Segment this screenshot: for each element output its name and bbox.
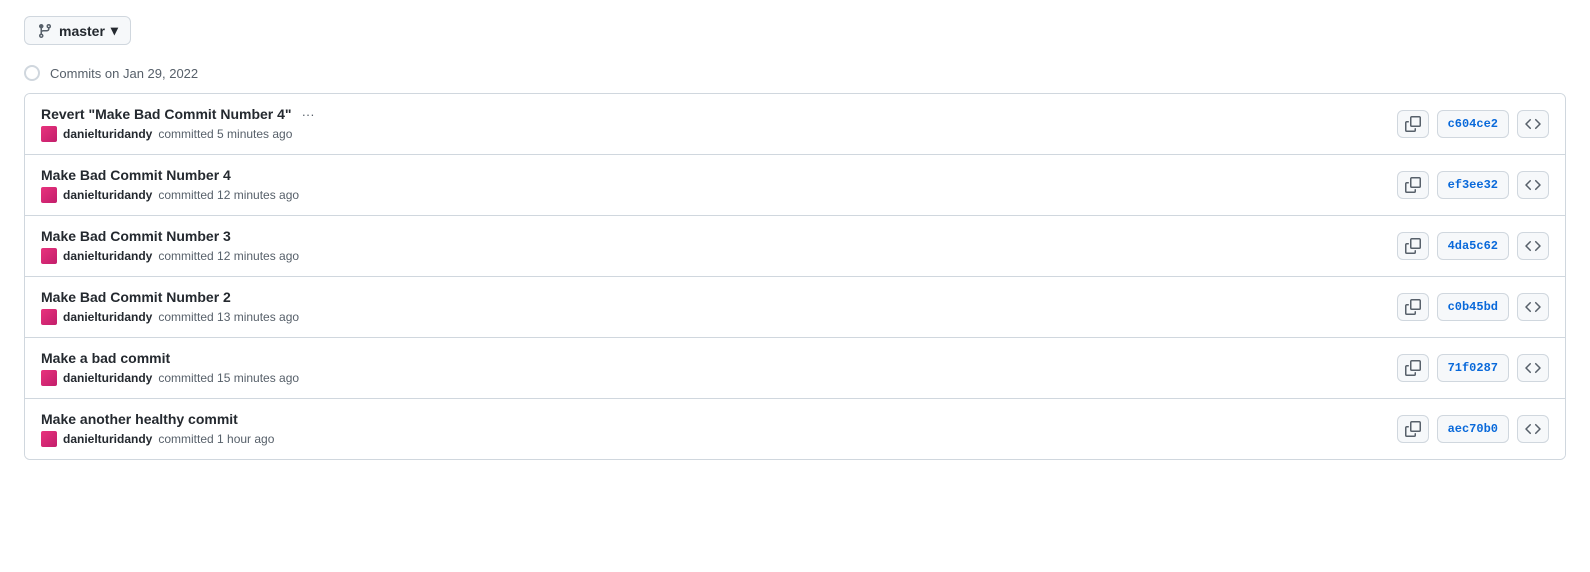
commit-meta: danielturidandy committed 15 minutes ago xyxy=(41,370,1397,386)
commit-row: Make Bad Commit Number 3 danielturidandy… xyxy=(25,216,1565,277)
commit-hash-button[interactable]: 4da5c62 xyxy=(1437,232,1509,260)
code-icon xyxy=(1525,360,1541,376)
avatar xyxy=(41,187,57,203)
commit-info: Make Bad Commit Number 3 danielturidandy… xyxy=(41,228,1397,264)
commit-author: danielturidandy xyxy=(63,310,152,324)
commit-info: Make Bad Commit Number 4 danielturidandy… xyxy=(41,167,1397,203)
browse-code-button[interactable] xyxy=(1517,232,1549,260)
commit-info: Make a bad commit danielturidandy commit… xyxy=(41,350,1397,386)
copy-hash-button[interactable] xyxy=(1397,232,1429,260)
avatar xyxy=(41,370,57,386)
commit-meta: danielturidandy committed 12 minutes ago xyxy=(41,187,1397,203)
commit-time: committed 12 minutes ago xyxy=(158,188,299,202)
commit-actions: c0b45bd xyxy=(1397,293,1549,321)
commit-title-text: Make another healthy commit xyxy=(41,411,238,427)
commit-actions: aec70b0 xyxy=(1397,415,1549,443)
copy-icon xyxy=(1405,299,1421,315)
copy-hash-button[interactable] xyxy=(1397,354,1429,382)
browse-code-button[interactable] xyxy=(1517,293,1549,321)
commit-time: committed 12 minutes ago xyxy=(158,249,299,263)
commit-title-text: Make Bad Commit Number 4 xyxy=(41,167,231,183)
copy-icon xyxy=(1405,421,1421,437)
commit-title-text: Make Bad Commit Number 2 xyxy=(41,289,231,305)
commit-author: danielturidandy xyxy=(63,127,152,141)
code-icon xyxy=(1525,238,1541,254)
commit-hash-button[interactable]: c0b45bd xyxy=(1437,293,1509,321)
copy-hash-button[interactable] xyxy=(1397,110,1429,138)
commit-time: committed 5 minutes ago xyxy=(158,127,292,141)
commit-time: committed 13 minutes ago xyxy=(158,310,299,324)
commit-actions: c604ce2 xyxy=(1397,110,1549,138)
branch-dropdown-arrow: ▾ xyxy=(111,22,118,39)
commits-date-header: Commits on Jan 29, 2022 xyxy=(24,65,1566,81)
branch-selector[interactable]: master ▾ xyxy=(24,16,131,45)
commit-info: Make another healthy commit danielturida… xyxy=(41,411,1397,447)
copy-icon xyxy=(1405,116,1421,132)
code-icon xyxy=(1525,421,1541,437)
commit-title: Make Bad Commit Number 4 xyxy=(41,167,1397,183)
avatar xyxy=(41,248,57,264)
commit-row: Make Bad Commit Number 4 danielturidandy… xyxy=(25,155,1565,216)
commit-title: Make another healthy commit xyxy=(41,411,1397,427)
commit-meta: danielturidandy committed 1 hour ago xyxy=(41,431,1397,447)
browse-code-button[interactable] xyxy=(1517,110,1549,138)
commit-row: Make another healthy commit danielturida… xyxy=(25,399,1565,459)
commit-author: danielturidandy xyxy=(63,188,152,202)
copy-hash-button[interactable] xyxy=(1397,415,1429,443)
commit-time: committed 15 minutes ago xyxy=(158,371,299,385)
commit-title-text: Make a bad commit xyxy=(41,350,170,366)
copy-icon xyxy=(1405,360,1421,376)
commit-meta: danielturidandy committed 5 minutes ago xyxy=(41,126,1397,142)
avatar xyxy=(41,431,57,447)
commit-author: danielturidandy xyxy=(63,432,152,446)
avatar xyxy=(41,309,57,325)
copy-icon xyxy=(1405,177,1421,193)
commit-hash-button[interactable]: 71f0287 xyxy=(1437,354,1509,382)
browse-code-button[interactable] xyxy=(1517,171,1549,199)
commit-hash-button[interactable]: c604ce2 xyxy=(1437,110,1509,138)
commit-time: committed 1 hour ago xyxy=(158,432,274,446)
avatar xyxy=(41,126,57,142)
browse-code-button[interactable] xyxy=(1517,415,1549,443)
commit-actions: 71f0287 xyxy=(1397,354,1549,382)
commits-list: Revert "Make Bad Commit Number 4" ··· da… xyxy=(24,93,1566,460)
commit-title-text: Revert "Make Bad Commit Number 4" xyxy=(41,106,292,122)
date-header-text: Commits on Jan 29, 2022 xyxy=(50,66,198,81)
branch-label: master xyxy=(59,23,105,39)
copy-icon xyxy=(1405,238,1421,254)
commit-row: Revert "Make Bad Commit Number 4" ··· da… xyxy=(25,94,1565,155)
commit-info: Revert "Make Bad Commit Number 4" ··· da… xyxy=(41,106,1397,142)
commit-hash-button[interactable]: ef3ee32 xyxy=(1437,171,1509,199)
commit-meta: danielturidandy committed 12 minutes ago xyxy=(41,248,1397,264)
branch-icon xyxy=(37,23,53,39)
commit-title: Make Bad Commit Number 3 xyxy=(41,228,1397,244)
code-icon xyxy=(1525,177,1541,193)
commit-actions: ef3ee32 xyxy=(1397,171,1549,199)
commit-row: Make a bad commit danielturidandy commit… xyxy=(25,338,1565,399)
browse-code-button[interactable] xyxy=(1517,354,1549,382)
commit-author: danielturidandy xyxy=(63,371,152,385)
copy-hash-button[interactable] xyxy=(1397,171,1429,199)
commit-ellipsis-button[interactable]: ··· xyxy=(300,107,317,122)
commit-author: danielturidandy xyxy=(63,249,152,263)
commit-hash-button[interactable]: aec70b0 xyxy=(1437,415,1509,443)
code-icon xyxy=(1525,299,1541,315)
commit-title-text: Make Bad Commit Number 3 xyxy=(41,228,231,244)
commit-info: Make Bad Commit Number 2 danielturidandy… xyxy=(41,289,1397,325)
commit-title: Revert "Make Bad Commit Number 4" ··· xyxy=(41,106,1397,122)
timeline-circle-icon xyxy=(24,65,40,81)
commit-actions: 4da5c62 xyxy=(1397,232,1549,260)
commit-title: Make Bad Commit Number 2 xyxy=(41,289,1397,305)
commit-meta: danielturidandy committed 13 minutes ago xyxy=(41,309,1397,325)
code-icon xyxy=(1525,116,1541,132)
commit-row: Make Bad Commit Number 2 danielturidandy… xyxy=(25,277,1565,338)
commit-title: Make a bad commit xyxy=(41,350,1397,366)
copy-hash-button[interactable] xyxy=(1397,293,1429,321)
